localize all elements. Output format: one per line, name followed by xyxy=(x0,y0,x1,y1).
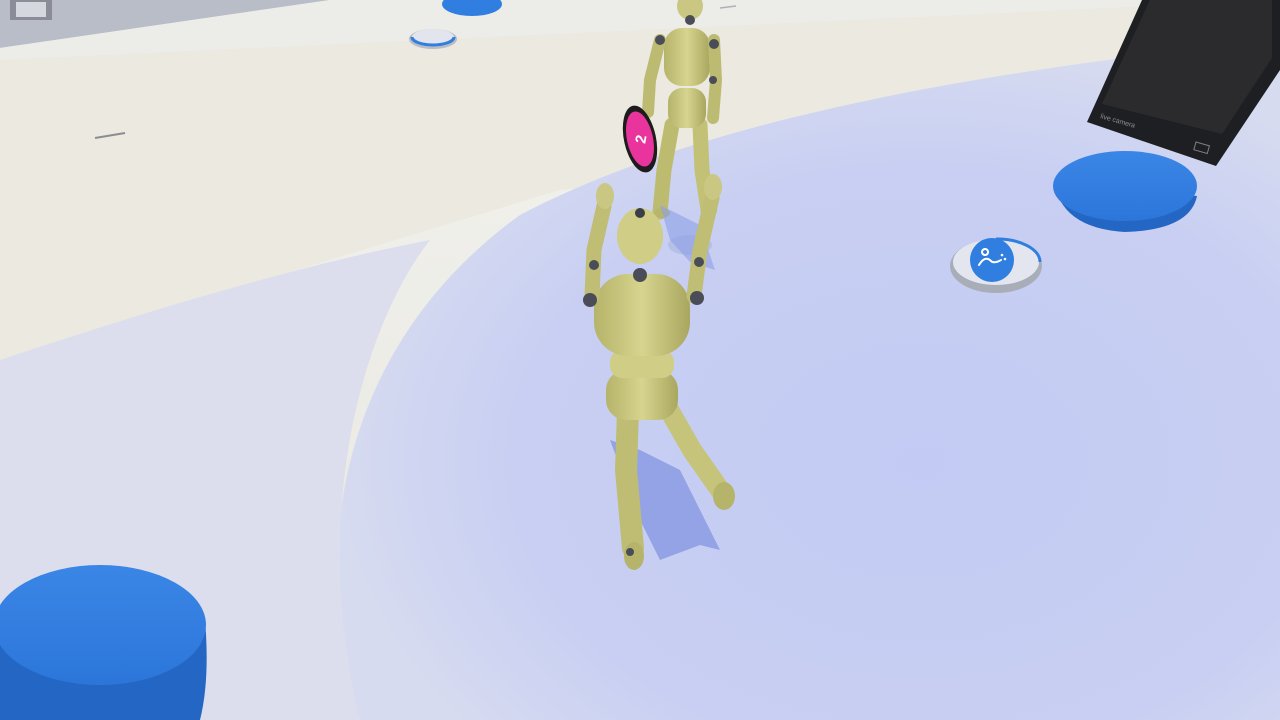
world-render: 2 live camera xyxy=(0,0,1280,720)
person-lying-icon xyxy=(970,238,1014,282)
wall-poster xyxy=(10,0,52,20)
floor-marker-top[interactable] xyxy=(409,29,457,49)
game-viewport: 2 live camera xyxy=(0,0,1280,720)
blue-pad-left[interactable] xyxy=(0,565,207,720)
